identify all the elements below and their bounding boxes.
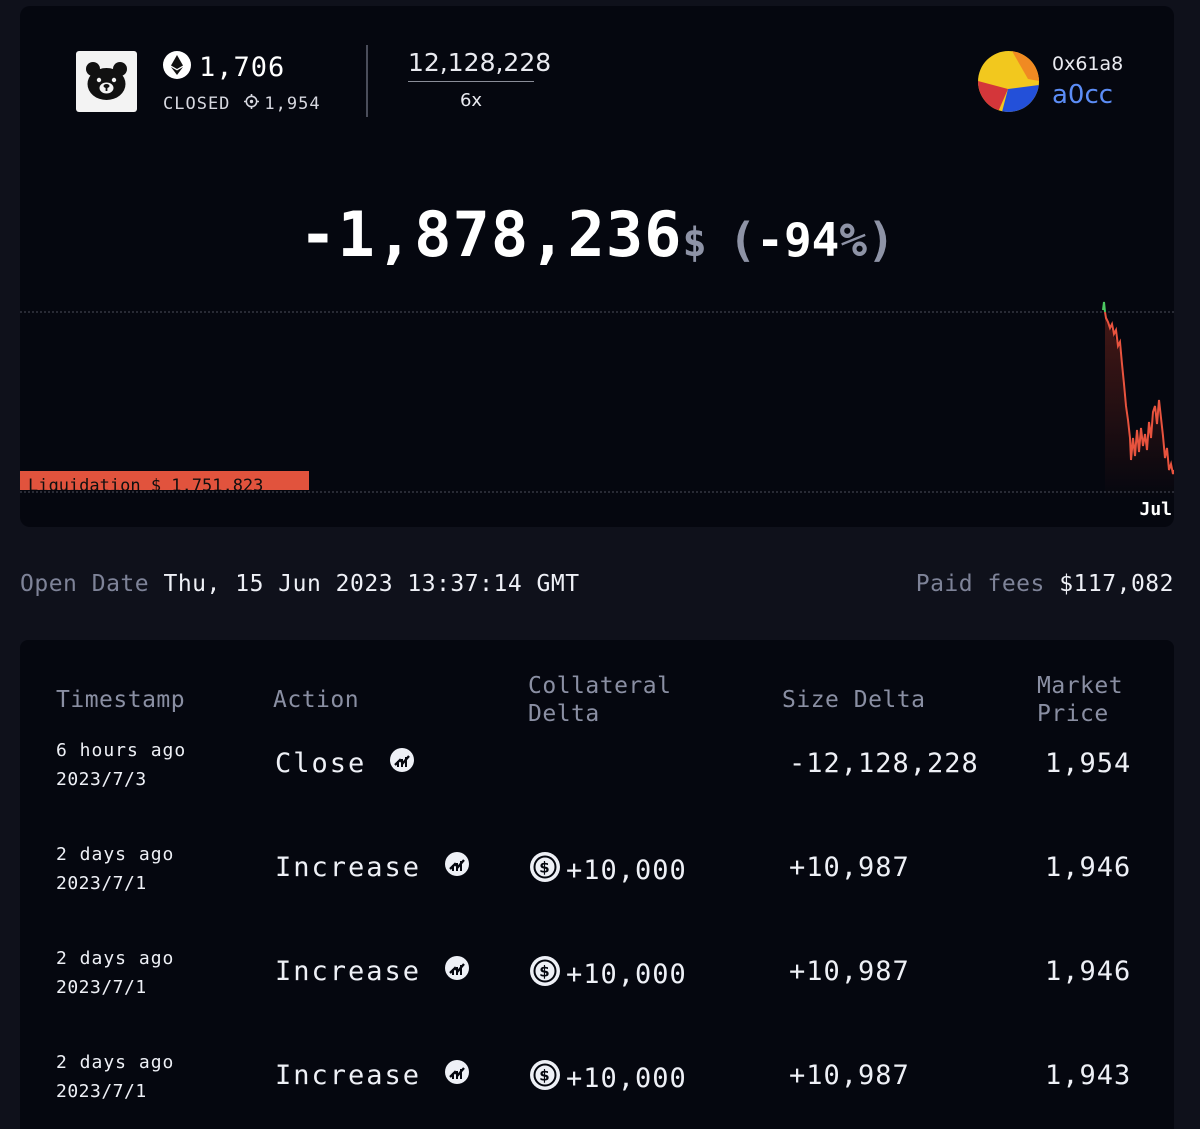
pnl-display: -1,878,236$ (-94%) <box>20 198 1174 271</box>
account-address-suffix[interactable]: a0cc <box>1052 80 1113 110</box>
pnl-area-fill <box>1105 312 1174 498</box>
row-action-label: Increase <box>275 1060 422 1091</box>
gmx-link-icon[interactable] <box>390 748 415 779</box>
row-action: Close <box>275 748 415 779</box>
close-price: 1,954 <box>264 94 321 114</box>
account-address[interactable]: 0x61a8 <box>1052 53 1123 75</box>
row-collateral-value: +10,000 <box>566 855 687 886</box>
paid-fees-label: Paid fees <box>915 571 1045 597</box>
entry-price: 1,706 <box>199 51 286 83</box>
row-date: 2023/7/1 <box>56 1081 147 1102</box>
gmx-link-icon[interactable] <box>445 1060 470 1091</box>
row-market-price: 1,954 <box>1045 748 1132 779</box>
row-action-label: Increase <box>275 956 422 987</box>
position-card: 1,706 CLOSED 1,954 12,128,228 6x 0x61a8 … <box>20 6 1174 527</box>
header-divider <box>366 45 368 117</box>
col-header-collateral-line1: Collateral <box>528 673 672 699</box>
col-header-collateral-line2: Delta <box>528 701 600 727</box>
entry-price-row: 1,706 <box>163 51 285 83</box>
row-action-label: Close <box>275 748 367 779</box>
position-size: 12,128,228 <box>408 48 551 82</box>
usd-coin-icon: $ <box>530 956 560 993</box>
col-header-market-line2: Price <box>1037 701 1109 727</box>
row-market-price: 1,946 <box>1045 956 1132 987</box>
pnl-percent-open: ( <box>728 213 757 267</box>
row-size-delta: +10,987 <box>789 956 910 987</box>
row-action-label: Increase <box>275 852 422 883</box>
gmx-link-icon[interactable] <box>445 852 470 883</box>
row-time-ago: 6 hours ago <box>56 740 187 761</box>
pnl-currency: $ <box>682 220 707 266</box>
ethereum-icon <box>163 51 191 83</box>
position-size-box: 12,128,228 6x <box>408 48 551 111</box>
open-date: Open Date Thu, 15 Jun 2023 13:37:14 GMT <box>20 571 580 597</box>
row-date: 2023/7/1 <box>56 977 147 998</box>
row-size-delta: +10,987 <box>789 852 910 883</box>
pnl-percent-close: ) <box>867 213 895 267</box>
row-date: 2023/7/3 <box>56 769 147 790</box>
pnl-percent-sign: % <box>839 213 868 267</box>
row-collateral-value: +10,000 <box>566 959 687 990</box>
row-time-ago: 2 days ago <box>56 844 175 865</box>
usd-coin-icon: $ <box>530 1060 560 1097</box>
paid-fees: Paid fees $117,082 <box>916 571 1174 597</box>
row-size-delta: -12,128,228 <box>789 748 979 779</box>
col-header-collateral: Collateral Delta <box>528 672 671 728</box>
open-date-value: Thu, 15 Jun 2023 13:37:14 GMT <box>163 571 580 597</box>
row-collateral-delta: $ +10,000 <box>530 852 687 889</box>
row-collateral-delta: $ +10,000 <box>530 956 687 993</box>
row-action: Increase <box>275 852 470 883</box>
pnl-percent-group: (-94%) <box>729 213 895 267</box>
open-date-label: Open Date <box>20 571 150 597</box>
leverage: 6x <box>459 90 483 111</box>
pnl-value: -1,878,236 <box>299 198 683 271</box>
price-chart <box>20 301 1174 498</box>
pnl-line-start <box>1102 301 1106 313</box>
account-avatar-icon[interactable] <box>978 51 1039 112</box>
actions-table: Timestamp Action Collateral Delta Size D… <box>20 640 1174 1129</box>
row-collateral-value: +10,000 <box>566 1063 687 1094</box>
row-time-ago: 2 days ago <box>56 1052 175 1073</box>
paid-fees-value: $117,082 <box>1059 571 1174 597</box>
x-axis-month: Jul <box>1139 499 1172 520</box>
row-market-price: 1,943 <box>1045 1060 1132 1091</box>
svg-text:$: $ <box>539 859 550 877</box>
row-action: Increase <box>275 1060 470 1091</box>
liquidation-label: Liquidation $ 1,751,823 <box>20 471 309 490</box>
col-header-action: Action <box>273 687 360 713</box>
row-time-ago: 2 days ago <box>56 948 175 969</box>
row-size-delta: +10,987 <box>789 1060 910 1091</box>
col-header-timestamp: Timestamp <box>56 687 186 713</box>
pnl-percent: -94 <box>756 213 840 267</box>
row-collateral-delta: $ +10,000 <box>530 1060 687 1097</box>
target-icon <box>244 94 260 114</box>
svg-text:$: $ <box>539 1067 550 1085</box>
col-header-size-delta: Size Delta <box>782 687 926 713</box>
col-header-market-price: Market Price <box>1037 672 1123 728</box>
usd-coin-icon: $ <box>530 852 560 889</box>
row-date: 2023/7/1 <box>56 873 147 894</box>
gmx-link-icon[interactable] <box>445 956 470 987</box>
row-action: Increase <box>275 956 470 987</box>
bear-logo-icon <box>76 51 137 112</box>
status-label: CLOSED <box>163 94 231 114</box>
svg-text:$: $ <box>539 963 550 981</box>
row-market-price: 1,946 <box>1045 852 1132 883</box>
col-header-market-line1: Market <box>1037 673 1124 699</box>
close-status-row: CLOSED 1,954 <box>163 94 321 114</box>
